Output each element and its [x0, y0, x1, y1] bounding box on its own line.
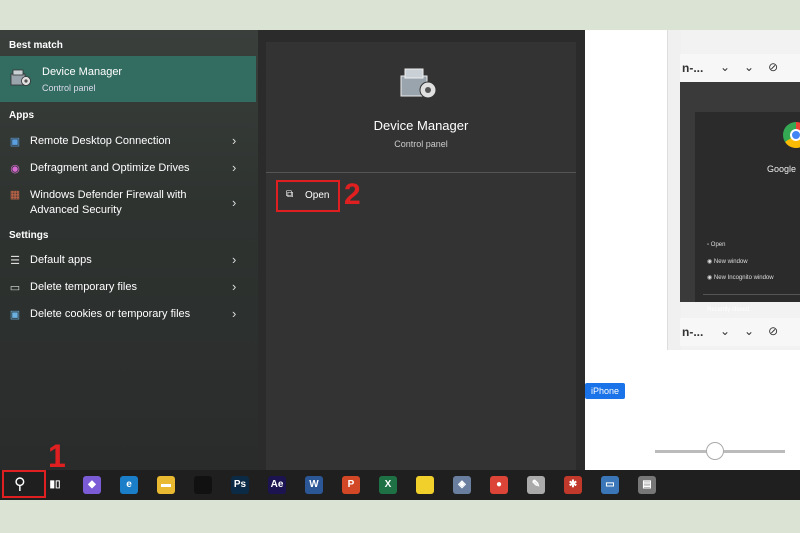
defrag-icon: ◉ [10, 163, 20, 175]
chevron-right-icon[interactable]: › [232, 306, 236, 321]
app-defragment[interactable]: ◉ Defragment and Optimize Drives › [0, 157, 256, 181]
network-icon[interactable]: ◈ [453, 476, 471, 494]
app-remote-desktop[interactable]: ▣ Remote Desktop Connection › [0, 130, 256, 154]
background-tab-bar: n-... ⌄⌄⊘ [680, 54, 800, 82]
internet-options-icon: ▣ [9, 309, 21, 321]
chrome-menu-separator [703, 294, 800, 295]
monitor-app-icon[interactable]: ▭ [601, 476, 619, 494]
taskbar: ⚲ ▮▯ ◆ e ▬ Ps Ae W P X ◈ ● ✎ ✱ ▭ ▤ [0, 470, 800, 500]
recently-closed-header: Recently closed [707, 307, 750, 313]
background-tab-bar-2: n-... ⌄⌄⊘ [680, 318, 800, 346]
app-label: Windows Defender Firewall with Advanced S… [30, 189, 187, 216]
setting-label: Delete temporary files [30, 281, 137, 293]
chevron-right-icon[interactable]: › [232, 252, 236, 267]
chrome-menu-new-window[interactable]: ◉ New window [707, 258, 748, 265]
app-label: Remote Desktop Connection [30, 135, 171, 147]
desktop-screen: n-... ⌄⌄⊘ Google ▫ Open ◉ New window ◉ N… [0, 30, 800, 500]
task-view-icon[interactable]: ▮▯ [46, 476, 64, 494]
setting-default-apps[interactable]: ☰ Default apps › [0, 249, 256, 273]
chrome-menu-incognito[interactable]: ◉ New Incognito window [707, 274, 774, 281]
edge-icon[interactable]: e [120, 476, 138, 494]
terminal-icon[interactable] [194, 476, 212, 494]
iphone-button[interactable]: iPhone [585, 383, 626, 399]
excel-icon[interactable]: X [379, 476, 397, 494]
setting-label: Delete cookies or temporary files [30, 308, 191, 320]
device-manager-taskbar-icon[interactable]: ▤ [638, 476, 656, 494]
search-icon: ⚲ [14, 476, 26, 493]
chevron-right-icon[interactable]: › [232, 160, 236, 175]
storage-icon: ▭ [9, 282, 21, 294]
photoshop-icon[interactable]: Ps [231, 476, 249, 494]
setting-label: Default apps [30, 254, 92, 266]
chevron-right-icon[interactable]: › [232, 195, 236, 210]
bug-app-icon[interactable]: ✱ [564, 476, 582, 494]
tab-controls-2-icon[interactable]: ⌄⌄⊘ [720, 324, 792, 338]
app-firewall[interactable]: ▦ Windows Defender Firewall with Advanced… [0, 188, 256, 222]
setting-delete-temp[interactable]: ▭ Delete temporary files › [0, 276, 256, 300]
firewall-icon: ▦ [9, 189, 21, 201]
device-manager-large-icon [400, 68, 437, 99]
file-explorer-icon[interactable]: ▬ [157, 476, 175, 494]
best-match-subtitle: Control panel [42, 83, 96, 93]
detail-divider [266, 172, 576, 173]
copilot-icon[interactable]: ◆ [83, 476, 101, 494]
background-tab-text[interactable]: n-... [682, 61, 703, 75]
chrome-logo-icon [783, 122, 800, 148]
best-match-header: Best match [9, 40, 63, 51]
best-match-device-manager[interactable]: Device Manager Control panel [0, 56, 256, 102]
apps-header: Apps [9, 110, 34, 121]
chrome-jump-list: Google ▫ Open ◉ New window ◉ New Incogni… [695, 112, 800, 313]
word-icon[interactable]: W [305, 476, 323, 494]
sticky-notes-icon[interactable] [416, 476, 434, 494]
powerpoint-icon[interactable]: P [342, 476, 360, 494]
setting-delete-cookies[interactable]: ▣ Delete cookies or temporary files › [0, 303, 256, 327]
best-match-title: Device Manager [42, 66, 123, 78]
app-label: Defragment and Optimize Drives [30, 162, 190, 174]
chevron-right-icon[interactable]: › [232, 133, 236, 148]
taskbar-search-button[interactable]: ⚲ [2, 470, 46, 498]
default-apps-icon: ☰ [10, 255, 20, 267]
start-menu: Best match Device Manager Control panel … [0, 30, 585, 470]
settings-header: Settings [9, 230, 49, 241]
open-icon: ⧉ [286, 189, 294, 200]
chrome-title: Google [767, 164, 797, 174]
background-slider-knob[interactable] [706, 442, 724, 460]
step-1-marker: 1 [48, 438, 66, 474]
chevron-right-icon[interactable]: › [232, 279, 236, 294]
chrome-menu-open[interactable]: ▫ Open [707, 242, 725, 248]
background-tab-text-2[interactable]: n-... [682, 325, 703, 339]
after-effects-icon[interactable]: Ae [268, 476, 286, 494]
remote-desktop-icon: ▣ [9, 136, 21, 148]
open-label: Open [305, 190, 330, 201]
chrome-icon[interactable]: ● [490, 476, 508, 494]
tab-controls-icon[interactable]: ⌄⌄⊘ [720, 60, 792, 74]
background-scrollbar[interactable] [667, 30, 681, 350]
open-button[interactable]: ⧉ Open [276, 180, 340, 212]
step-2-marker: 2 [344, 178, 361, 211]
device-manager-icon [10, 69, 31, 86]
detail-pane: Device Manager Control panel ⧉ Open 2 [266, 42, 576, 470]
results-pane: Best match Device Manager Control panel … [0, 30, 258, 470]
detail-title: Device Manager [373, 118, 469, 133]
detail-subtitle: Control panel [394, 139, 448, 149]
paint-icon[interactable]: ✎ [527, 476, 545, 494]
